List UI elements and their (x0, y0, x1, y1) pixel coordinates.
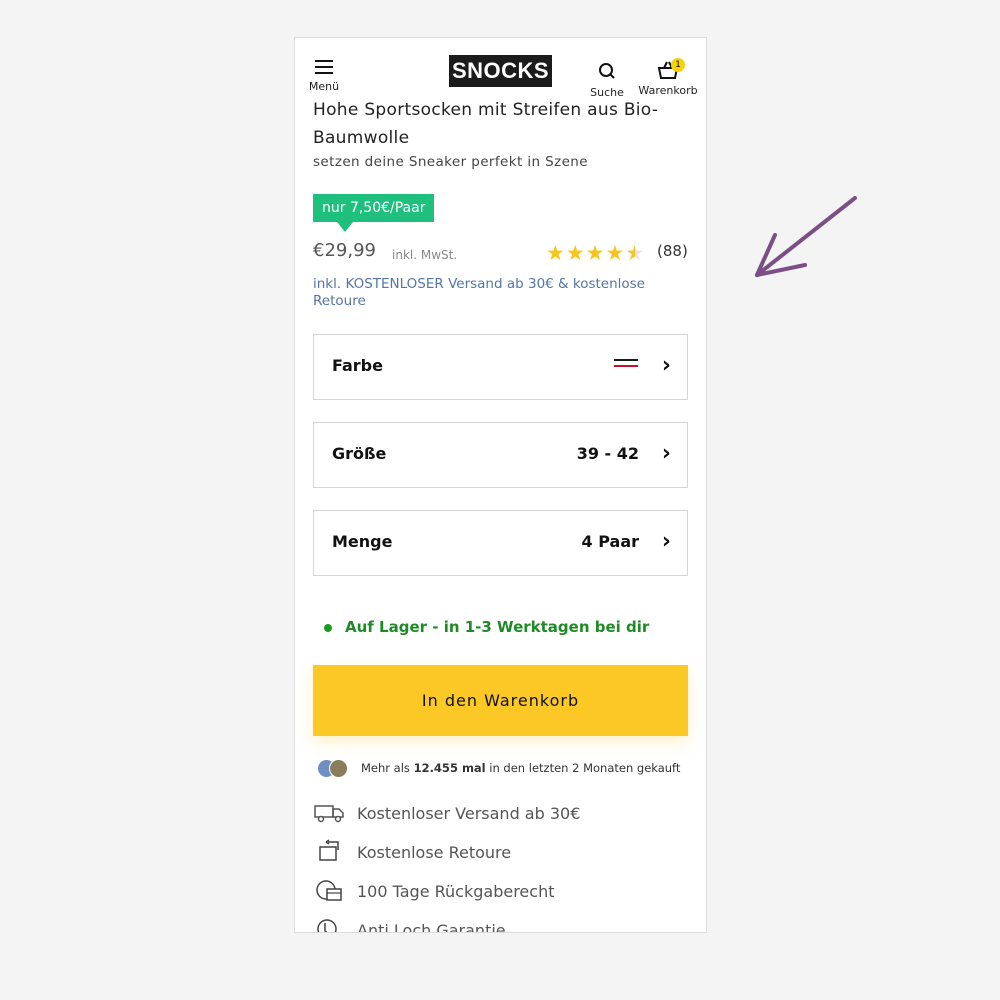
feature-text: 100 Tage Rückgaberecht (357, 882, 555, 901)
cart-count-badge: 1 (671, 58, 685, 72)
return-calendar-icon (316, 880, 342, 901)
search-icon (599, 63, 615, 79)
feature-text: Anti Loch Garantie (357, 921, 506, 933)
top-navigation: Menü SNOCKS Suche 1 Warenkorb (295, 38, 706, 102)
half-star-icon: ★ (625, 241, 646, 265)
sock-shield-icon (317, 919, 337, 932)
product-price: €29,99 (313, 240, 376, 261)
product-title: Hohe Sportsocken mit Streifen aus Bio-Ba… (313, 100, 659, 148)
star-icon: ★ (585, 241, 606, 265)
feature-guarantee: Anti Loch Garantie (313, 917, 683, 933)
avatar (329, 759, 348, 778)
social-proof-suffix: in den letzten 2 Monaten gekauft (489, 761, 681, 775)
feature-text: Kostenloser Versand ab 30€ (357, 804, 581, 823)
cart-label: Warenkorb (638, 84, 698, 97)
color-label: Farbe (332, 356, 383, 375)
star-icon: ★ (565, 241, 586, 265)
color-selector[interactable]: Farbe › (313, 334, 688, 400)
chevron-right-icon: › (661, 529, 671, 554)
product-page: Hohe Sportsocken mit Streifen aus Bio-Ba… (295, 38, 706, 932)
size-label: Größe (332, 444, 387, 463)
phone-frame: Hohe Sportsocken mit Streifen aus Bio-Ba… (294, 37, 707, 933)
feature-return-period: 100 Tage Rückgaberecht (313, 878, 683, 908)
shipping-note: inkl. KOSTENLOSER Versand ab 30€ & koste… (313, 276, 645, 309)
product-subtitle: setzen deine Sneaker perfekt in Szene (313, 154, 588, 170)
size-value: 39 - 42 (576, 444, 639, 463)
social-proof-prefix: Mehr als (361, 761, 410, 775)
annotation-arrow-icon (755, 196, 857, 277)
return-box-icon (319, 839, 339, 861)
quantity-label: Menge (332, 532, 393, 551)
feature-free-returns: Kostenlose Retoure (313, 839, 683, 869)
size-selector[interactable]: Größe 39 - 42 › (313, 422, 688, 488)
chevron-right-icon: › (661, 353, 671, 378)
stock-status: Auf Lager - in 1-3 Werktagen bei dir (345, 618, 650, 636)
feature-text: Kostenlose Retoure (357, 843, 512, 862)
stock-status-dot (324, 624, 332, 632)
review-count[interactable]: (88) (657, 242, 688, 260)
snocks-logo[interactable]: SNOCKS (449, 55, 552, 87)
customer-avatars (317, 759, 349, 778)
add-to-cart-button[interactable]: In den Warenkorb (313, 665, 688, 736)
search-button[interactable]: Suche (587, 62, 627, 99)
star-icon: ★ (605, 241, 626, 265)
hamburger-icon (315, 60, 333, 74)
truck-icon (314, 805, 344, 823)
chevron-right-icon: › (661, 441, 671, 466)
star-icon: ★ (546, 241, 566, 265)
search-label: Suche (590, 86, 624, 99)
rating-stars[interactable]: ★★★★★ (546, 241, 645, 265)
badge-pointer (337, 222, 353, 232)
tax-note: inkl. MwSt. (392, 248, 458, 262)
quantity-selector[interactable]: Menge 4 Paar › (313, 510, 688, 576)
menu-label: Menü (308, 80, 340, 93)
menu-button[interactable]: Menü (307, 60, 341, 93)
quantity-value: 4 Paar (581, 532, 639, 551)
cart-button[interactable]: 1 Warenkorb (636, 58, 700, 97)
unit-price-badge: nur 7,50€/Paar (313, 194, 435, 222)
color-swatch (614, 359, 638, 367)
social-proof-count: 12.455 mal (413, 761, 486, 775)
social-proof: Mehr als 12.455 mal in den letzten 2 Mon… (361, 761, 680, 775)
feature-free-shipping: Kostenloser Versand ab 30€ (313, 800, 683, 830)
